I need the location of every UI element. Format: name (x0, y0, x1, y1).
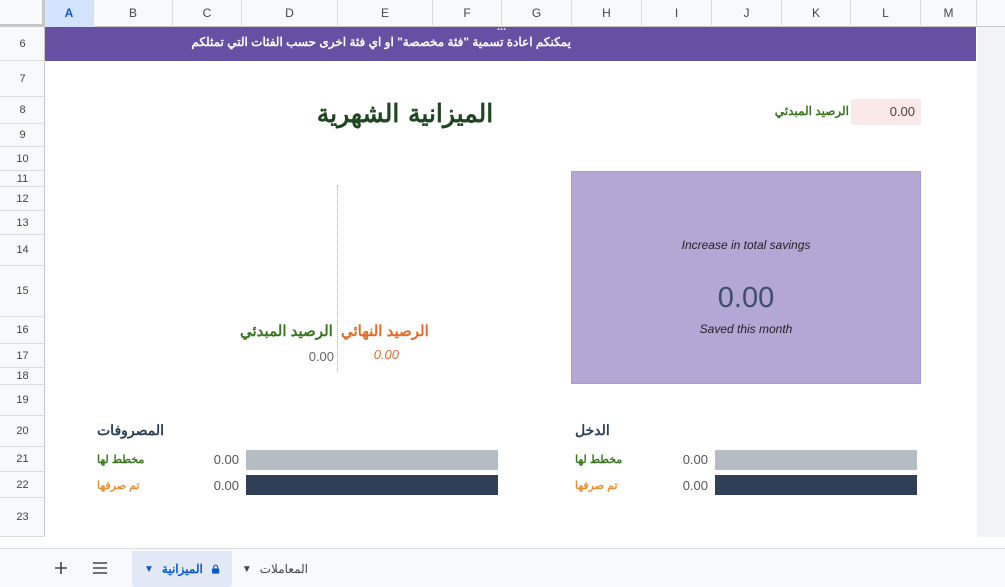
column-header-i[interactable]: I (642, 0, 712, 27)
plus-icon (55, 562, 67, 574)
column-header-b[interactable]: B (94, 0, 173, 27)
end-balance-value: 0.00 (373, 347, 399, 362)
add-sheet-button[interactable] (48, 557, 74, 579)
row-header[interactable]: 7 (0, 61, 45, 97)
income-planned-label: مخطط لها (575, 454, 623, 466)
expenses-title: المصروفات (97, 422, 165, 438)
tab-budget-label: الميزانية (161, 562, 203, 576)
start-balance-value: 0.00 (308, 349, 334, 364)
income-spent-bar (715, 475, 917, 495)
tab-budget[interactable]: الميزانية ▼ (132, 551, 232, 587)
end-balance-label: الرصيد النهائي (341, 323, 429, 340)
select-all-corner[interactable] (0, 0, 45, 27)
row-header[interactable]: 12 (0, 187, 45, 211)
income-title: الدخل (575, 422, 610, 438)
income-spent-value: 0.00 (682, 478, 708, 493)
starting-balance-input[interactable]: 0.00 (851, 99, 921, 125)
column-header-f[interactable]: F (433, 0, 502, 27)
row-header-bar: 6 7 8 9 10 11 12 13 14 15 16 17 18 19 20… (0, 27, 45, 537)
row-header[interactable]: 18 (0, 368, 45, 385)
column-header-d[interactable]: D (242, 0, 338, 27)
row-header[interactable]: 15 (0, 266, 45, 317)
expenses-planned-bar (246, 450, 498, 470)
row-header[interactable]: 20 (0, 416, 45, 447)
column-header-e[interactable]: E (338, 0, 433, 27)
income-spent-label: تم صرفها (575, 480, 618, 492)
row-header[interactable]: 17 (0, 344, 45, 368)
row-header[interactable]: 6 (0, 27, 45, 61)
chevron-down-icon: ▼ (144, 563, 154, 575)
row-header[interactable]: 14 (0, 235, 45, 266)
row-header[interactable]: 23 (0, 498, 45, 537)
sheet-tabs-bar: الميزانية ▼ المعاملات ▼ (0, 548, 1005, 587)
chevron-down-icon: ▼ (241, 563, 252, 575)
page-title: الميزانية الشهرية (316, 99, 494, 128)
income-planned-value: 0.00 (682, 452, 708, 467)
column-header-k[interactable]: K (782, 0, 851, 27)
tab-transactions[interactable]: المعاملات ▼ (240, 551, 320, 587)
row-header[interactable]: 9 (0, 124, 45, 147)
sheet-grid[interactable]: ... يمكنكم اعادة تسمية "فئة مخصصة" او اي… (45, 21, 977, 537)
savings-heading: Increase in total savings (681, 238, 811, 252)
all-sheets-button[interactable] (87, 557, 113, 579)
starting-balance-label: الرصيد المبدئي (774, 104, 849, 118)
savings-value: 0.00 (717, 282, 775, 314)
expenses-spent-bar (246, 475, 498, 495)
banner-truncated-text: ... (496, 21, 506, 33)
column-header-l[interactable]: L (851, 0, 921, 27)
savings-caption: Saved this month (699, 322, 793, 336)
menu-icon (93, 562, 107, 574)
row-header[interactable]: 10 (0, 147, 45, 171)
chart-divider (337, 185, 338, 371)
expenses-spent-label: تم صرفها (97, 480, 140, 492)
vertical-scrollbar-area[interactable] (977, 27, 1005, 537)
column-header-j[interactable]: J (712, 0, 782, 27)
expenses-spent-value: 0.00 (213, 478, 239, 493)
row-header[interactable]: 16 (0, 317, 45, 344)
column-header-a[interactable]: A (45, 0, 94, 27)
column-header-h[interactable]: H (572, 0, 642, 27)
row-header[interactable]: 8 (0, 97, 45, 124)
row-header[interactable]: 22 (0, 472, 45, 498)
start-balance-label: الرصيد المبدئي (240, 323, 333, 340)
expenses-planned-value: 0.00 (213, 452, 239, 467)
savings-summary-card: Increase in total savings 0.00 Saved thi… (571, 171, 921, 384)
instruction-banner: ... يمكنكم اعادة تسمية "فئة مخصصة" او اي… (45, 21, 976, 61)
expenses-planned-label: مخطط لها (97, 454, 145, 466)
row-header[interactable]: 11 (0, 171, 45, 187)
row-header[interactable]: 13 (0, 211, 45, 235)
column-header-c[interactable]: C (173, 0, 242, 27)
tab-transactions-label: المعاملات (259, 562, 308, 576)
lock-icon (211, 564, 220, 574)
row-header[interactable]: 19 (0, 385, 45, 416)
column-header-g[interactable]: G (502, 0, 572, 27)
row-header[interactable]: 21 (0, 447, 45, 472)
column-header-m[interactable]: M (921, 0, 977, 27)
income-planned-bar (715, 450, 917, 470)
banner-text: يمكنكم اعادة تسمية "فئة مخصصة" او اي فئة… (191, 35, 571, 49)
